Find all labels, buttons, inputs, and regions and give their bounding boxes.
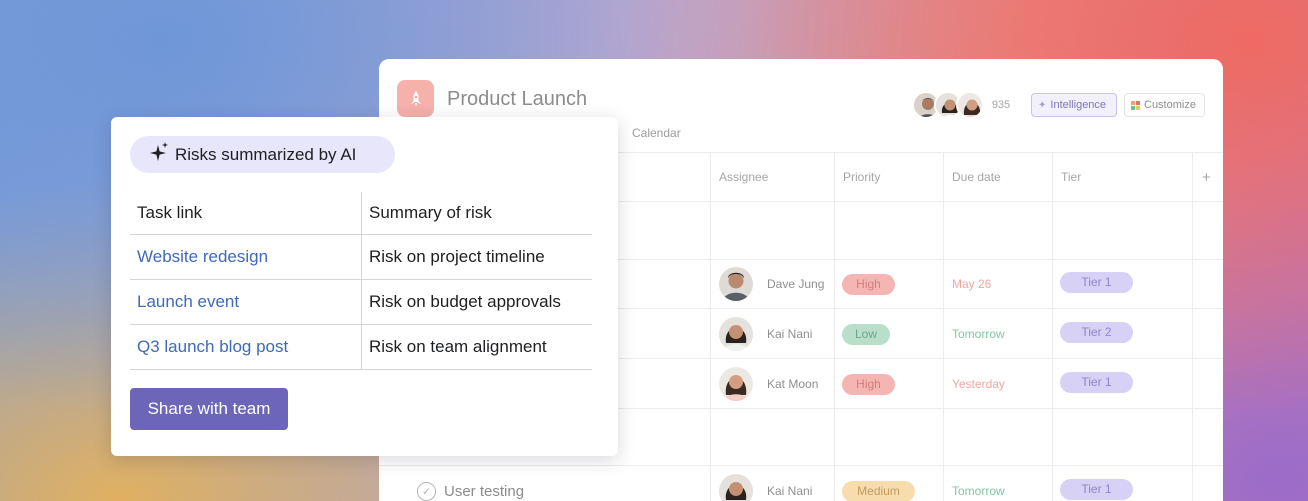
tier-badge: Tier 1 <box>1060 371 1133 393</box>
assignee-name: Kat Moon <box>767 377 819 391</box>
assignee-name: Kai Nani <box>767 484 813 498</box>
assignee-name: Dave Jung <box>767 277 825 291</box>
priority-badge: Medium <box>842 480 915 501</box>
assignee-cell[interactable]: Dave Jung <box>719 259 824 309</box>
assignee-cell[interactable]: Kat Moon <box>719 359 818 409</box>
rocket-icon <box>397 80 434 117</box>
due-date[interactable]: Yesterday <box>952 359 1005 409</box>
column-due-date[interactable]: Due date <box>943 153 1051 201</box>
ai-summary-badge: Risks summarized by AI <box>130 136 395 173</box>
risk-table: Task link Summary of risk Website redesi… <box>130 192 592 370</box>
risk-summary: Risk on project timeline <box>369 247 545 266</box>
tier-cell[interactable]: Tier 1 <box>1060 464 1133 501</box>
table-row: Launch event Risk on budget approvals <box>130 280 592 325</box>
priority-cell[interactable]: Low <box>842 309 890 359</box>
intelligence-button[interactable]: ✦ Intelligence <box>1031 93 1117 117</box>
priority-badge: Low <box>842 323 890 345</box>
share-with-team-button[interactable]: Share with team <box>130 388 288 430</box>
customize-button[interactable]: Customize <box>1124 93 1205 117</box>
task-link[interactable]: Q3 launch blog post <box>130 325 362 369</box>
tier-badge: Tier 2 <box>1060 321 1133 343</box>
assignee-name: Kai Nani <box>767 327 813 341</box>
tier-cell[interactable]: Tier 2 <box>1060 307 1133 357</box>
project-title: Product Launch <box>447 88 588 110</box>
sparkle-icon <box>150 141 170 168</box>
table-row: Website redesign Risk on project timelin… <box>130 235 592 280</box>
column-tier[interactable]: Tier <box>1052 153 1192 201</box>
column-priority[interactable]: Priority <box>834 153 942 201</box>
due-date[interactable]: Tomorrow <box>952 309 1005 359</box>
tab-calendar[interactable]: Calendar <box>632 126 681 140</box>
due-date[interactable]: Tomorrow <box>952 466 1005 501</box>
column-assignee[interactable]: Assignee <box>710 153 843 201</box>
table-row: Q3 launch blog post Risk on team alignme… <box>130 325 592 370</box>
task-link[interactable]: Website redesign <box>130 235 362 279</box>
avatar <box>719 267 753 301</box>
avatar <box>719 317 753 351</box>
risk-summary: Risk on team alignment <box>369 337 547 356</box>
intelligence-label: Intelligence <box>1050 99 1107 111</box>
priority-cell[interactable]: High <box>842 259 895 309</box>
tier-cell[interactable]: Tier 1 <box>1060 357 1133 407</box>
assignee-cell[interactable]: Kai Nani <box>719 309 812 359</box>
priority-badge: High <box>842 373 895 395</box>
grid-icon <box>1131 100 1140 110</box>
due-date[interactable]: May 26 <box>952 259 991 309</box>
table-row[interactable]: Kai Nani Medium Tomorrow Tier 1 <box>379 466 1223 501</box>
avatar <box>719 367 753 401</box>
header-summary: Summary of risk <box>369 203 492 222</box>
avatar <box>956 91 984 119</box>
header-task-link: Task link <box>130 192 362 234</box>
member-avatars[interactable]: 935 <box>912 90 1014 120</box>
assignee-cell[interactable]: Kai Nani <box>719 466 812 501</box>
member-count: 935 <box>991 99 1011 111</box>
priority-cell[interactable]: Medium <box>842 466 915 501</box>
ai-risk-summary-card: Risks summarized by AI Task link Summary… <box>111 117 618 456</box>
priority-badge: High <box>842 273 895 295</box>
avatar <box>719 474 753 501</box>
risk-summary: Risk on budget approvals <box>369 292 561 311</box>
sparkle-icon: ✦ <box>1038 99 1047 111</box>
tier-badge: Tier 1 <box>1060 478 1133 500</box>
table-header-row: Task link Summary of risk <box>130 192 592 235</box>
ai-badge-label: Risks summarized by AI <box>175 144 357 164</box>
customize-label: Customize <box>1144 99 1196 111</box>
add-column-button[interactable]: + <box>1193 153 1223 201</box>
tier-badge: Tier 1 <box>1060 271 1133 293</box>
tier-cell[interactable]: Tier 1 <box>1060 257 1133 307</box>
task-link[interactable]: Launch event <box>130 280 362 324</box>
priority-cell[interactable]: High <box>842 359 895 409</box>
